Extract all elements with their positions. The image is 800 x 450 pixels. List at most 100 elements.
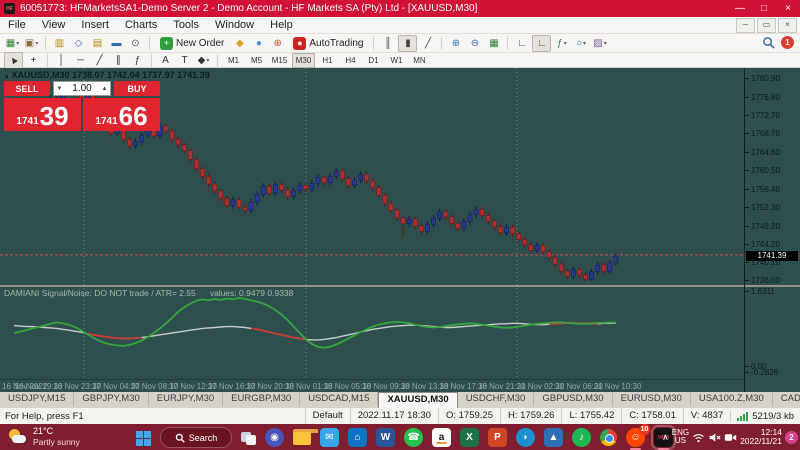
profiles-icon[interactable]: ▣▾ (23, 36, 40, 51)
publisher-icon[interactable]: ● (250, 36, 267, 51)
chart-tab-cadjpy-m15[interactable]: CADJPY,M15 (773, 392, 800, 406)
menu-window[interactable]: Window (207, 19, 262, 31)
start-button[interactable] (136, 431, 151, 446)
shapes-icon[interactable]: ◆▾ (195, 53, 212, 68)
new-order-button[interactable]: +New Order (157, 35, 227, 51)
excel-icon[interactable]: X (460, 428, 479, 447)
timeframe-m15[interactable]: M15 (269, 54, 290, 67)
sell-price[interactable]: 174139 (4, 98, 81, 131)
tray-expand-icon[interactable]: ∧ (662, 432, 669, 443)
taskbar-search-box[interactable]: Search (160, 427, 232, 448)
terminal-icon[interactable]: ▬ (108, 36, 125, 51)
buy-price[interactable]: 174166 (83, 98, 160, 131)
chart-shift-icon[interactable]: ∟ (513, 36, 530, 51)
notification-count-badge[interactable]: 2 (785, 431, 798, 444)
cursor-icon[interactable]: ▲ (4, 52, 23, 69)
timeframe-m1[interactable]: M1 (223, 54, 244, 67)
strategy-tester-icon[interactable]: ⊙ (127, 36, 144, 51)
channel-icon[interactable]: ∥ (110, 53, 127, 68)
candlestick-icon[interactable]: ▮ (398, 35, 417, 52)
chart-tab-gbpjpy-m30[interactable]: GBPJPY,M30 (74, 392, 148, 406)
menu-help[interactable]: Help (262, 19, 301, 31)
collapse-panel-icon[interactable]: ▴ (5, 73, 9, 80)
dropdown-caret-icon[interactable]: ▾ (604, 40, 607, 47)
data-window-icon[interactable]: ◇ (70, 36, 87, 51)
periods-icon[interactable]: ○▾ (572, 36, 589, 51)
community-icon[interactable]: ⊕ (269, 36, 286, 51)
dropdown-caret-icon[interactable]: ▾ (206, 57, 209, 64)
chart-tab-eurjpy-m30[interactable]: EURJPY,M30 (149, 392, 223, 406)
menu-tools[interactable]: Tools (165, 19, 207, 31)
chart-tab-usdchf-m30[interactable]: USDCHF,M30 (458, 392, 535, 406)
sell-button[interactable]: SELL (4, 81, 50, 96)
mail-icon[interactable]: ✉ (320, 428, 339, 447)
file-explorer-icon[interactable] (293, 432, 311, 446)
timeframe-h1[interactable]: H1 (317, 54, 338, 67)
menu-file[interactable]: File (0, 19, 34, 31)
chart-tab-usdjpy-m15[interactable]: USDJPY,M15 (0, 392, 74, 406)
volume-muted-icon[interactable] (708, 431, 721, 444)
store-icon[interactable]: ⌂ (348, 428, 367, 447)
label-icon[interactable]: T (176, 53, 193, 68)
menu-charts[interactable]: Charts (117, 19, 165, 31)
timeframe-w1[interactable]: W1 (386, 54, 407, 67)
reddit-icon[interactable]: ☺10 (626, 428, 645, 447)
horizontal-line-icon[interactable]: ─ (72, 53, 89, 68)
chart-tab-eurusd-m30[interactable]: EURUSD,M30 (613, 392, 691, 406)
auto-scroll-icon[interactable]: ∟ (532, 35, 551, 52)
powerpoint-icon[interactable]: P (488, 428, 507, 447)
menu-insert[interactable]: Insert (73, 19, 117, 31)
search-icon[interactable] (762, 36, 775, 49)
dropdown-caret-icon[interactable]: ▾ (583, 40, 586, 47)
chart-tab-usdcad-m15[interactable]: USDCAD,M15 (300, 392, 378, 406)
close-button[interactable]: × (776, 0, 800, 17)
menu-view[interactable]: View (34, 19, 74, 31)
dropdown-caret-icon[interactable]: ▾ (16, 40, 19, 47)
autotrading-button[interactable]: ●AutoTrading (290, 35, 366, 51)
zoom-in-icon[interactable]: ⊕ (447, 36, 464, 51)
language-switcher[interactable]: ENG US (672, 429, 689, 445)
tile-windows-icon[interactable]: ▦ (485, 36, 502, 51)
minimize-button[interactable]: — (728, 0, 752, 17)
camera-icon[interactable] (724, 431, 737, 444)
child-restore-button[interactable]: ▭ (757, 18, 776, 33)
word-icon[interactable]: W (376, 428, 395, 447)
child-close-button[interactable]: × (778, 18, 797, 33)
timeframe-m5[interactable]: M5 (246, 54, 267, 67)
amazon-icon[interactable]: a (432, 428, 451, 447)
child-minimize-button[interactable]: ─ (736, 18, 755, 33)
timeframe-m30[interactable]: M30 (292, 53, 315, 68)
timeframe-mn[interactable]: MN (409, 54, 430, 67)
trendline-icon[interactable]: ╱ (91, 53, 108, 68)
indicators-icon[interactable]: ƒ▾ (553, 36, 570, 51)
taskbar-clock[interactable]: 12:14 2022/11/21 (740, 428, 782, 446)
fibonacci-icon[interactable]: ƒ (129, 53, 146, 68)
wifi-icon[interactable] (692, 431, 705, 444)
dropdown-caret-icon[interactable]: ▾ (564, 40, 567, 47)
dropdown-caret-icon[interactable]: ▾ (35, 40, 38, 47)
weather-widget[interactable]: 21°C Partly sunny (8, 426, 80, 447)
spotify-icon[interactable]: ♪ (572, 428, 591, 447)
market-watch-icon[interactable]: ▥ (51, 36, 68, 51)
buy-button[interactable]: BUY (114, 81, 160, 96)
crosshair-icon[interactable]: + (25, 53, 42, 68)
templates-icon[interactable]: ▨▾ (591, 36, 608, 51)
bar-chart-icon[interactable]: ║ (379, 36, 396, 51)
maximize-button[interactable]: □ (752, 0, 776, 17)
vertical-line-icon[interactable]: │ (53, 53, 70, 68)
volume-decrease-icon[interactable]: ▼ (54, 86, 65, 92)
whatsapp-icon[interactable]: ☎ (404, 428, 423, 447)
chart-tab-gbpusd-m30[interactable]: GBPUSD,M30 (534, 392, 612, 406)
line-chart-icon[interactable]: ╱ (419, 36, 436, 51)
chart-tab-xauusd-m30[interactable]: XAUUSD,M30 (378, 392, 457, 408)
new-chart-icon[interactable]: ▦▾ (4, 36, 21, 51)
volume-stepper[interactable]: ▼ 1.00 ▲ (53, 81, 111, 96)
chat-icon[interactable]: ◉ (265, 428, 284, 447)
price-scale[interactable]: 1741.39 1780.901776.801772.701768.701764… (744, 68, 800, 392)
volume-increase-icon[interactable]: ▲ (99, 86, 110, 92)
timeframe-d1[interactable]: D1 (363, 54, 384, 67)
pane-splitter[interactable] (0, 285, 800, 287)
thunderbird-icon[interactable]: ◗ (516, 428, 535, 447)
metaeditor-icon[interactable]: ◆ (231, 36, 248, 51)
task-view-button[interactable] (241, 432, 256, 445)
